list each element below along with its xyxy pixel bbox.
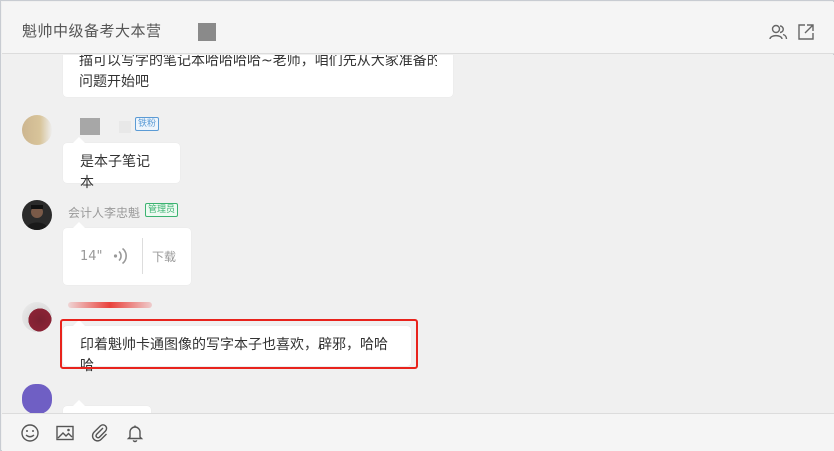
message-bubble[interactable]: 是本子笔记本 [63, 137, 180, 191]
image-icon[interactable] [55, 423, 75, 443]
sender-name-blurred [119, 121, 131, 133]
input-toolbar [2, 413, 834, 451]
message-list[interactable]: 描可以写字的笔记本哈哈哈哈~老师，咱们先从大家准备的 问题开始吧 铁粉 是本子笔… [2, 55, 834, 413]
voice-duration: 14" [80, 249, 103, 264]
avatar-photo [26, 205, 48, 230]
highlight-box [60, 319, 418, 369]
message-text: 是本子笔记本 [80, 154, 150, 191]
attachment-icon[interactable] [90, 423, 110, 443]
sender-name-blurred [80, 118, 100, 135]
avatar[interactable] [22, 384, 52, 413]
group-title: 魁帅中级备考大本营 [22, 22, 162, 40]
message-text-line: 描可以写字的笔记本哈哈哈哈~老师，咱们先从大家准备的 [79, 55, 437, 69]
message-bubble[interactable]: 描可以写字的笔记本哈哈哈哈~老师，咱们先从大家准备的 问题开始吧 [63, 55, 453, 97]
fan-badge: 铁粉 [135, 117, 160, 131]
group-avatar[interactable] [198, 23, 216, 41]
avatar[interactable] [22, 200, 52, 230]
group-members-icon[interactable] [768, 22, 788, 42]
chat-header: 魁帅中级备考大本营 [2, 2, 834, 54]
sender-name[interactable]: 会计人李忠魁 [68, 204, 140, 221]
avatar[interactable] [22, 302, 52, 332]
open-external-icon[interactable] [796, 22, 816, 42]
bubble-tail [73, 222, 85, 228]
message-bubble[interactable] [63, 400, 151, 413]
download-link[interactable]: 下载 [152, 247, 176, 268]
sender-name-blurred [68, 302, 152, 308]
bell-icon[interactable] [125, 423, 145, 443]
emoji-icon[interactable] [20, 423, 40, 443]
voice-message-bubble[interactable]: 14" 下载 [63, 222, 191, 285]
admin-badge: 管理员 [145, 203, 179, 217]
message-text-line: 问题开始吧 [79, 74, 149, 90]
divider [142, 238, 143, 274]
avatar[interactable] [22, 115, 52, 145]
bubble-tail [73, 137, 85, 143]
chat-window: 魁帅中级备考大本营 描可以写字的笔记本哈哈哈哈~老师，咱们先从大家准备的 问题开… [0, 0, 834, 451]
bubble-tail [73, 400, 85, 406]
voice-wave-icon[interactable] [113, 246, 127, 266]
